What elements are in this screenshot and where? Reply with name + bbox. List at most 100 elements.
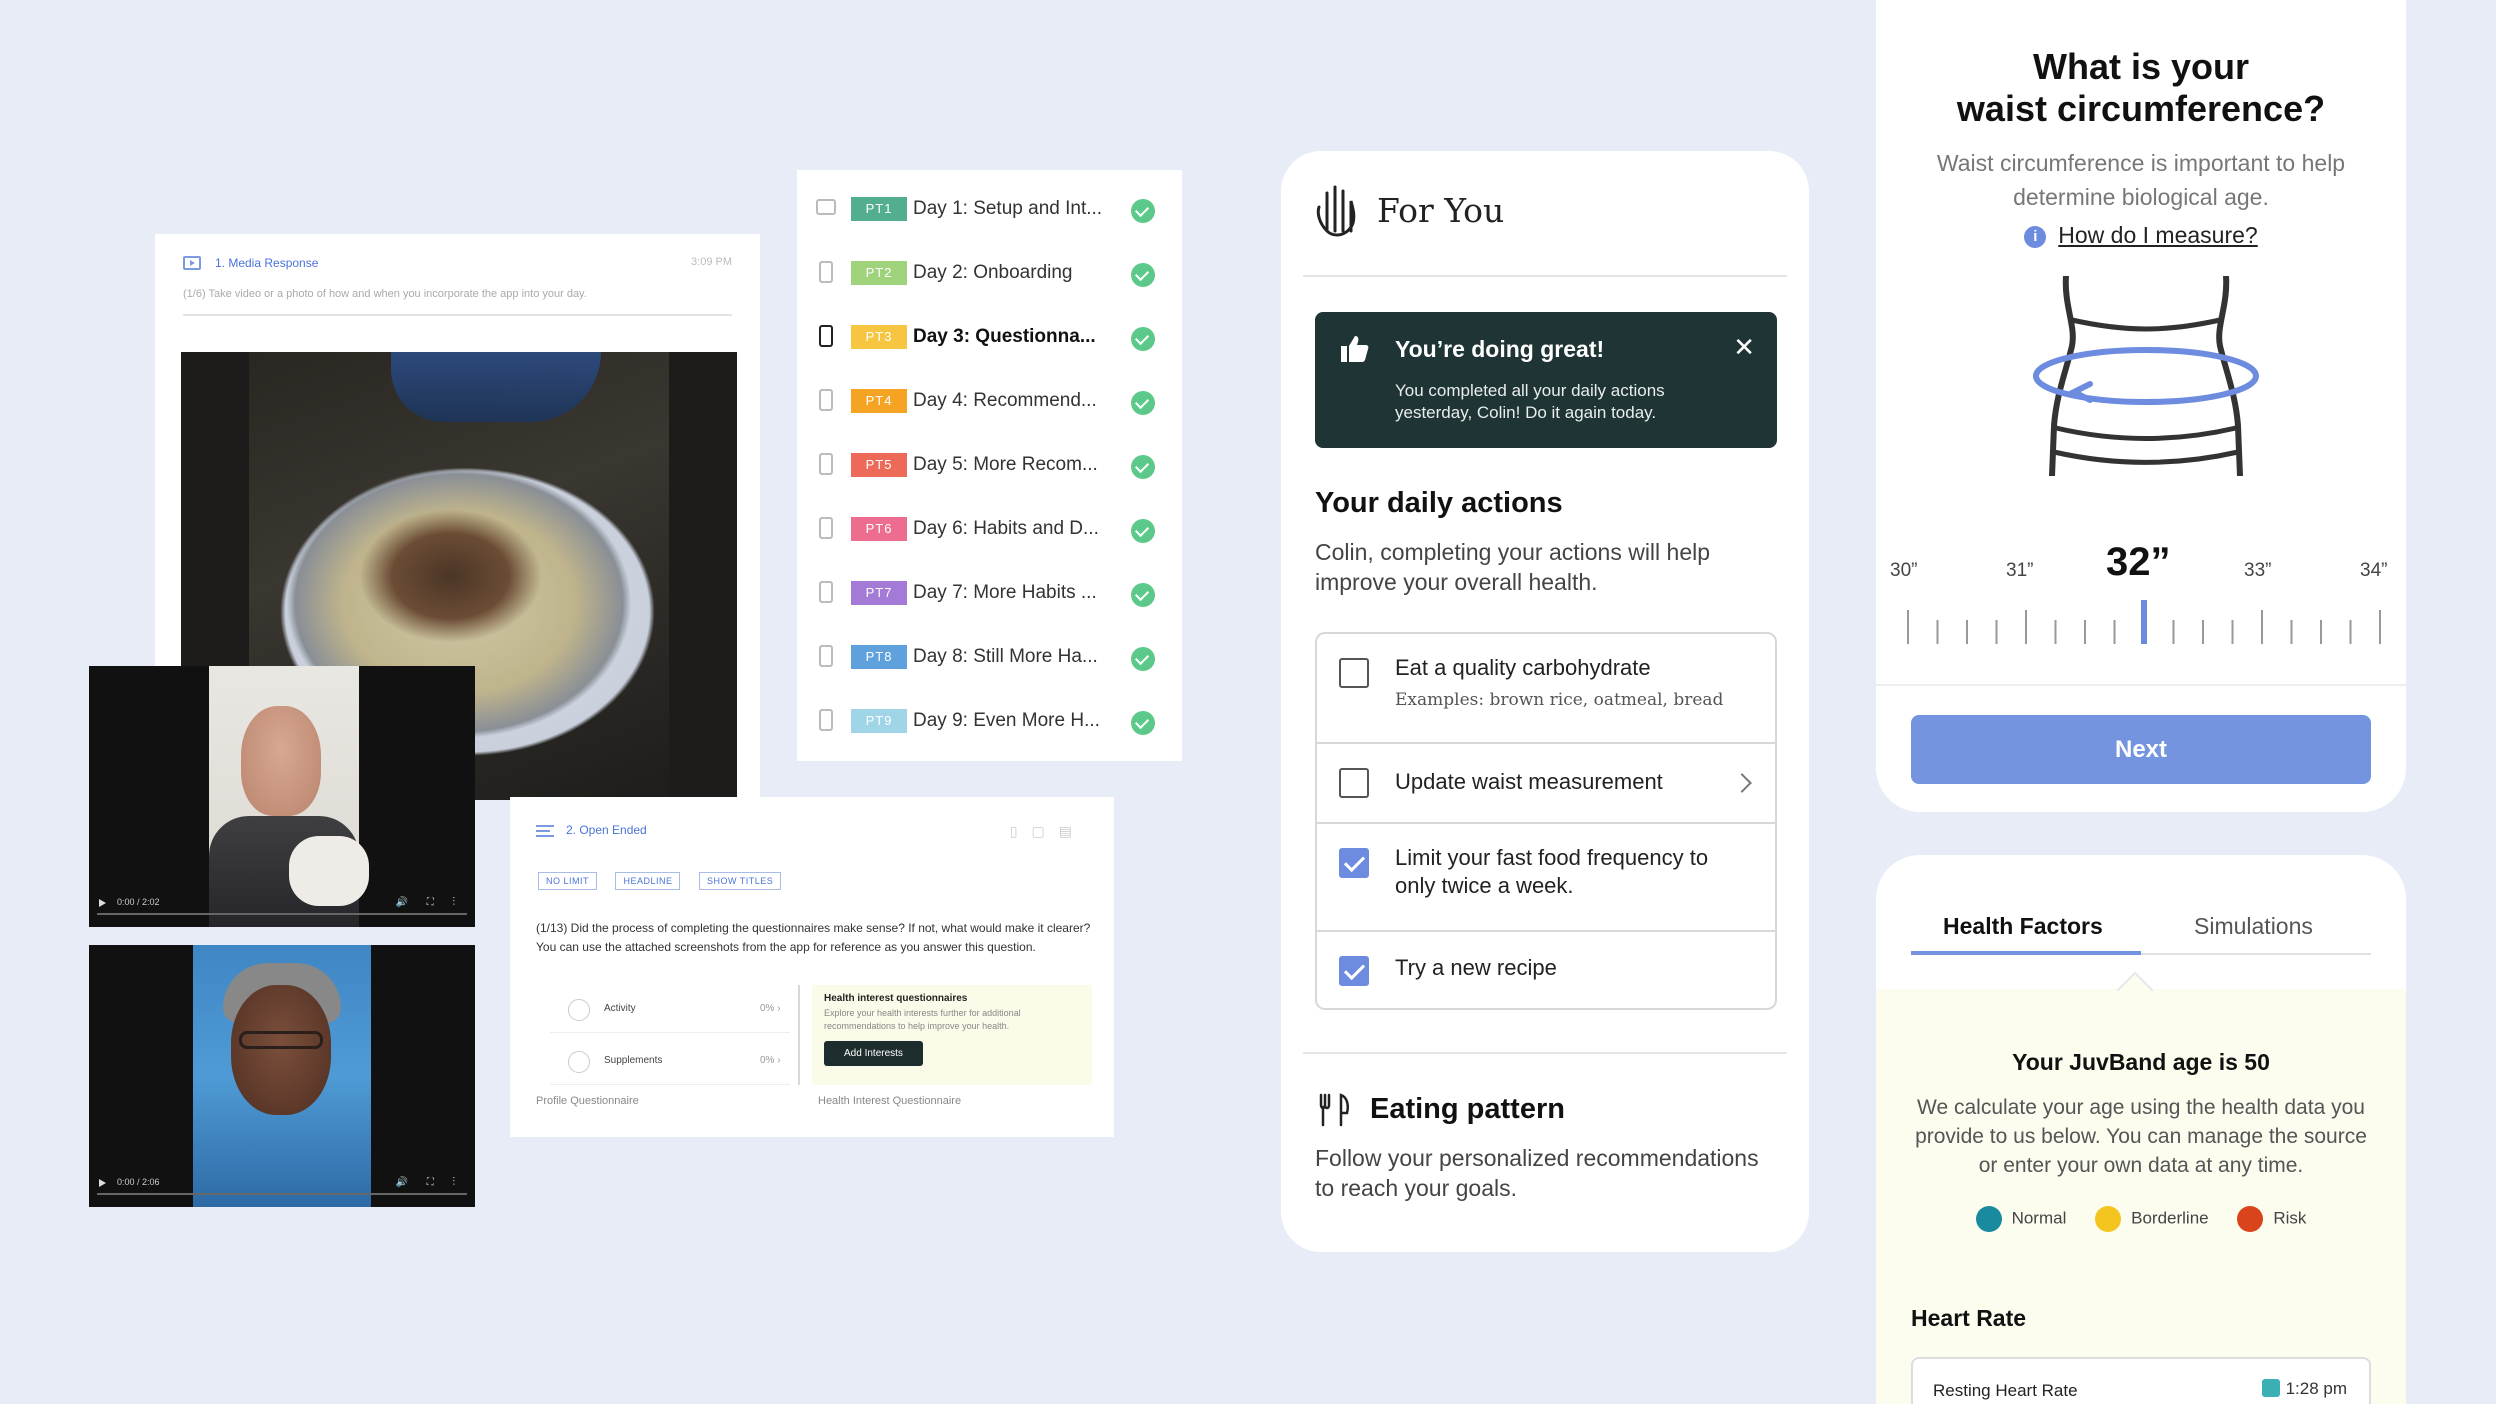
open-ended-card: 2. Open Ended ▯▢▤ NO LIMIT HEADLINE SHOW…	[510, 797, 1114, 1137]
add-interests-button[interactable]: Add Interests	[824, 1041, 923, 1066]
phone-icon	[819, 261, 833, 283]
media-response-title[interactable]: 1. Media Response	[215, 256, 318, 270]
pt-badge: PT8	[851, 645, 907, 669]
video-progress-bar[interactable]	[97, 1193, 467, 1195]
resting-heart-rate-label: Resting Heart Rate	[1933, 1381, 2078, 1400]
list-item[interactable]: Supplements 0% ›	[550, 1037, 790, 1085]
action-item[interactable]: Update waist measurement	[1317, 744, 1775, 824]
action-item[interactable]: Try a new recipe	[1317, 932, 1775, 1010]
list-item-percent: 0% ›	[760, 1003, 781, 1014]
option-chips: NO LIMIT HEADLINE SHOW TITLES	[538, 871, 795, 890]
phone-icon	[819, 453, 833, 475]
participant-arm	[289, 836, 369, 906]
caption-health-interest: Health Interest Questionnaire	[818, 1095, 962, 1107]
check-circle-icon	[1131, 199, 1155, 223]
pt-row[interactable]: PT1 Day 1: Setup and Int...	[797, 177, 1182, 241]
play-icon[interactable]	[99, 1179, 106, 1187]
legend-label: Borderline	[2131, 1208, 2209, 1228]
action-item[interactable]: Eat a quality carbohydrate Examples: bro…	[1317, 634, 1775, 744]
phone-icon	[819, 581, 833, 603]
pt-row[interactable]: PT7 Day 7: More Habits ...	[797, 561, 1182, 625]
action-label: Try a new recipe	[1395, 955, 1557, 980]
resting-heart-rate-time: 1:28 pm	[2261, 1379, 2347, 1399]
scale-label[interactable]: 30”	[1890, 560, 1917, 582]
legend-risk: Risk	[2237, 1206, 2306, 1232]
chevron-right-icon[interactable]	[1732, 773, 1752, 793]
divider	[1303, 275, 1787, 277]
pt-row[interactable]: PT4 Day 4: Recommend...	[797, 369, 1182, 433]
pt-row[interactable]: PT6 Day 6: Habits and D...	[797, 497, 1182, 561]
check-circle-icon	[1131, 711, 1155, 735]
chip-no-limit[interactable]: NO LIMIT	[538, 872, 598, 890]
health-interest-preview: Health interest questionnaires Explore y…	[812, 985, 1092, 1085]
pt-label: Day 5: More Recom...	[913, 454, 1098, 475]
action-label: Eat a quality carbohydrate	[1395, 655, 1651, 680]
list-item[interactable]: Activity 0% ›	[550, 985, 790, 1033]
thumbs-up-icon	[1341, 336, 1369, 362]
tab-simulations[interactable]: Simulations	[2194, 913, 2313, 940]
page-title: For You	[1377, 191, 1505, 230]
title-line-2: waist circumference?	[1956, 88, 2326, 129]
phone-icon	[819, 709, 833, 731]
measurement-ruler[interactable]	[1904, 600, 2384, 650]
check-circle-icon	[1131, 263, 1155, 287]
legend-label: Normal	[2011, 1208, 2067, 1228]
pt-row[interactable]: PT8 Day 8: Still More Ha...	[797, 625, 1182, 689]
phone-icon	[819, 325, 833, 347]
check-circle-icon	[1131, 583, 1155, 607]
action-checkbox[interactable]	[1339, 848, 1369, 878]
tab-health-factors[interactable]: Health Factors	[1943, 913, 2103, 940]
action-item[interactable]: Limit your fast food frequency to only t…	[1317, 824, 1775, 932]
pt-row[interactable]: PT9 Day 9: Even More H...	[797, 689, 1182, 753]
torso-illustration	[2033, 276, 2259, 476]
pt-row[interactable]: PT3 Day 3: Questionna...	[797, 305, 1182, 369]
pt-badge: PT3	[851, 325, 907, 349]
title-line-1: What is your	[2032, 46, 2250, 87]
pt-label: Day 7: More Habits ...	[913, 582, 1097, 603]
pt-row[interactable]: PT5 Day 5: More Recom...	[797, 433, 1182, 497]
chip-show-titles[interactable]: SHOW TITLES	[698, 872, 782, 890]
how-to-measure-link[interactable]: i How do I measure?	[1876, 222, 2406, 249]
close-icon[interactable]: ✕	[1733, 334, 1755, 360]
video-player-2[interactable]: 0:00 / 2:06 🔊 ⛶ ⋮	[89, 945, 475, 1207]
video-time: 0:00 / 2:02	[117, 897, 160, 907]
open-ended-question: (1/13) Did the process of completing the…	[536, 921, 1091, 954]
divider	[1303, 1052, 1787, 1054]
check-circle-icon	[1131, 455, 1155, 479]
pt-badge: PT5	[851, 453, 907, 477]
action-label: Update waist measurement	[1395, 769, 1663, 794]
video-controls: 0:00 / 2:02 🔊 ⛶ ⋮	[97, 897, 467, 913]
phone-icon	[819, 389, 833, 411]
time-value: 1:28 pm	[2285, 1379, 2347, 1398]
video-extra-controls[interactable]: 🔊 ⛶ ⋮	[395, 1177, 463, 1188]
action-checkbox[interactable]	[1339, 768, 1369, 798]
eating-pattern-text: Follow your personalized recommendations…	[1315, 1145, 1759, 1201]
open-ended-title[interactable]: 2. Open Ended	[566, 823, 647, 837]
activity-icon	[568, 999, 590, 1021]
scale-label[interactable]: 31”	[2006, 560, 2033, 582]
action-checkbox[interactable]	[1339, 658, 1369, 688]
action-checkbox[interactable]	[1339, 956, 1369, 986]
chip-headline[interactable]: HEADLINE	[615, 872, 681, 890]
legend-normal: Normal	[1975, 1206, 2067, 1232]
scale-label[interactable]: 33”	[2244, 560, 2271, 582]
source-app-icon	[2261, 1379, 2280, 1397]
media-response-time: 3:09 PM	[691, 256, 732, 268]
resting-heart-rate-card[interactable]: Resting Heart Rate 1:28 pm	[1911, 1357, 2371, 1404]
video-player-1[interactable]: 0:00 / 2:02 🔊 ⛶ ⋮	[89, 666, 475, 927]
scale-label[interactable]: 34”	[2360, 560, 2387, 582]
next-button[interactable]: Next	[1911, 715, 2371, 784]
health-interest-subtitle: Explore your health interests further fo…	[824, 1008, 1021, 1031]
video-progress-bar[interactable]	[97, 913, 467, 915]
caption-profile: Profile Questionnaire	[536, 1095, 639, 1107]
minus-circle-icon	[2095, 1206, 2122, 1232]
video-extra-controls[interactable]: 🔊 ⛶ ⋮	[395, 897, 463, 908]
check-circle-icon	[1975, 1206, 2002, 1232]
how-to-measure-label[interactable]: How do I measure?	[2058, 222, 2257, 248]
fork-knife-icon	[1319, 1093, 1349, 1127]
play-icon[interactable]	[99, 899, 106, 907]
pt-row[interactable]: PT2 Day 2: Onboarding	[797, 241, 1182, 305]
media-response-header: 1. Media Response 3:09 PM (1/6) Take vid…	[183, 256, 732, 316]
media-response-prompt: (1/6) Take video or a photo of how and w…	[183, 288, 587, 300]
info-icon: i	[2024, 226, 2047, 248]
